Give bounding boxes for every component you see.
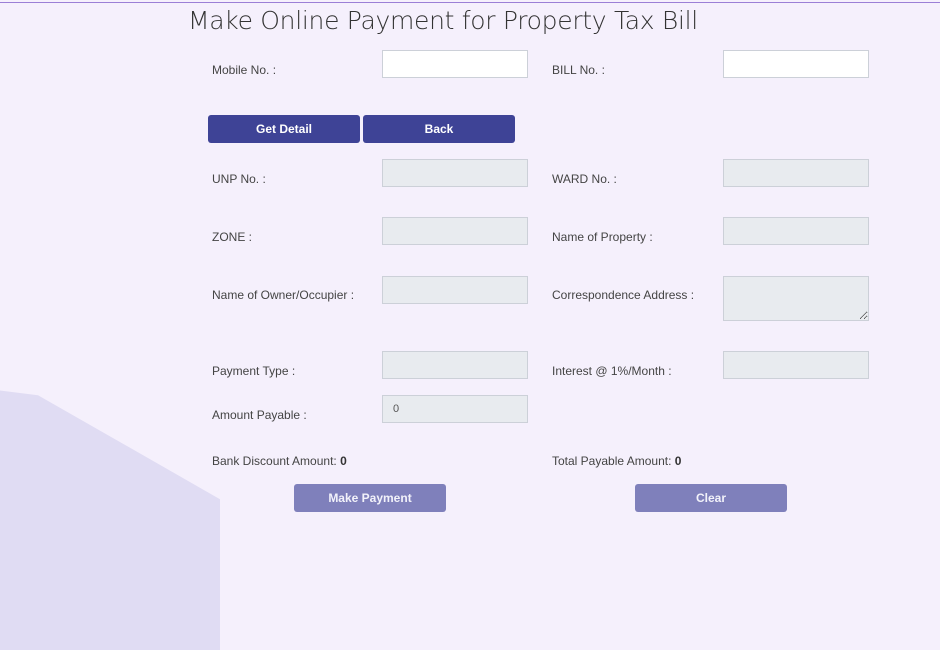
mobile-input[interactable] bbox=[382, 50, 528, 78]
interest-input[interactable] bbox=[723, 351, 869, 379]
get-detail-button[interactable]: Get Detail bbox=[208, 115, 360, 143]
bank-discount: Bank Discount Amount: 0 bbox=[212, 454, 347, 468]
top-border bbox=[0, 2, 940, 3]
zone-label: ZONE : bbox=[212, 230, 253, 244]
ward-label: WARD No. : bbox=[552, 172, 617, 186]
background-decoration bbox=[0, 390, 220, 650]
owner-input[interactable] bbox=[382, 276, 528, 304]
ward-input[interactable] bbox=[723, 159, 869, 187]
total-payable-value: 0 bbox=[674, 454, 682, 468]
bill-input[interactable] bbox=[723, 50, 869, 78]
mobile-label: Mobile No. : bbox=[212, 63, 277, 77]
back-button[interactable]: Back bbox=[363, 115, 515, 143]
payment-type-label: Payment Type : bbox=[212, 364, 296, 378]
page-title: Make Online Payment for Property Tax Bil… bbox=[188, 6, 698, 35]
owner-label: Name of Owner/Occupier : bbox=[212, 288, 355, 302]
make-payment-button[interactable]: Make Payment bbox=[294, 484, 446, 512]
interest-label: Interest @ 1%/Month : bbox=[552, 364, 672, 378]
total-payable-label: Total Payable Amount: bbox=[552, 454, 672, 468]
payment-type-input[interactable] bbox=[382, 351, 528, 379]
bank-discount-value: 0 bbox=[340, 454, 347, 468]
address-label: Correspondence Address : bbox=[552, 288, 695, 302]
bank-discount-label: Bank Discount Amount: bbox=[212, 454, 337, 468]
zone-input[interactable] bbox=[382, 217, 528, 245]
unp-label: UNP No. : bbox=[212, 172, 266, 186]
clear-button[interactable]: Clear bbox=[635, 484, 787, 512]
property-name-input[interactable] bbox=[723, 217, 869, 245]
bill-label: BILL No. : bbox=[552, 63, 605, 77]
total-payable: Total Payable Amount: 0 bbox=[552, 454, 681, 468]
address-textarea[interactable] bbox=[723, 276, 869, 321]
amount-payable-input[interactable] bbox=[382, 395, 528, 423]
property-name-label: Name of Property : bbox=[552, 230, 653, 244]
amount-payable-label: Amount Payable : bbox=[212, 408, 307, 422]
unp-input[interactable] bbox=[382, 159, 528, 187]
